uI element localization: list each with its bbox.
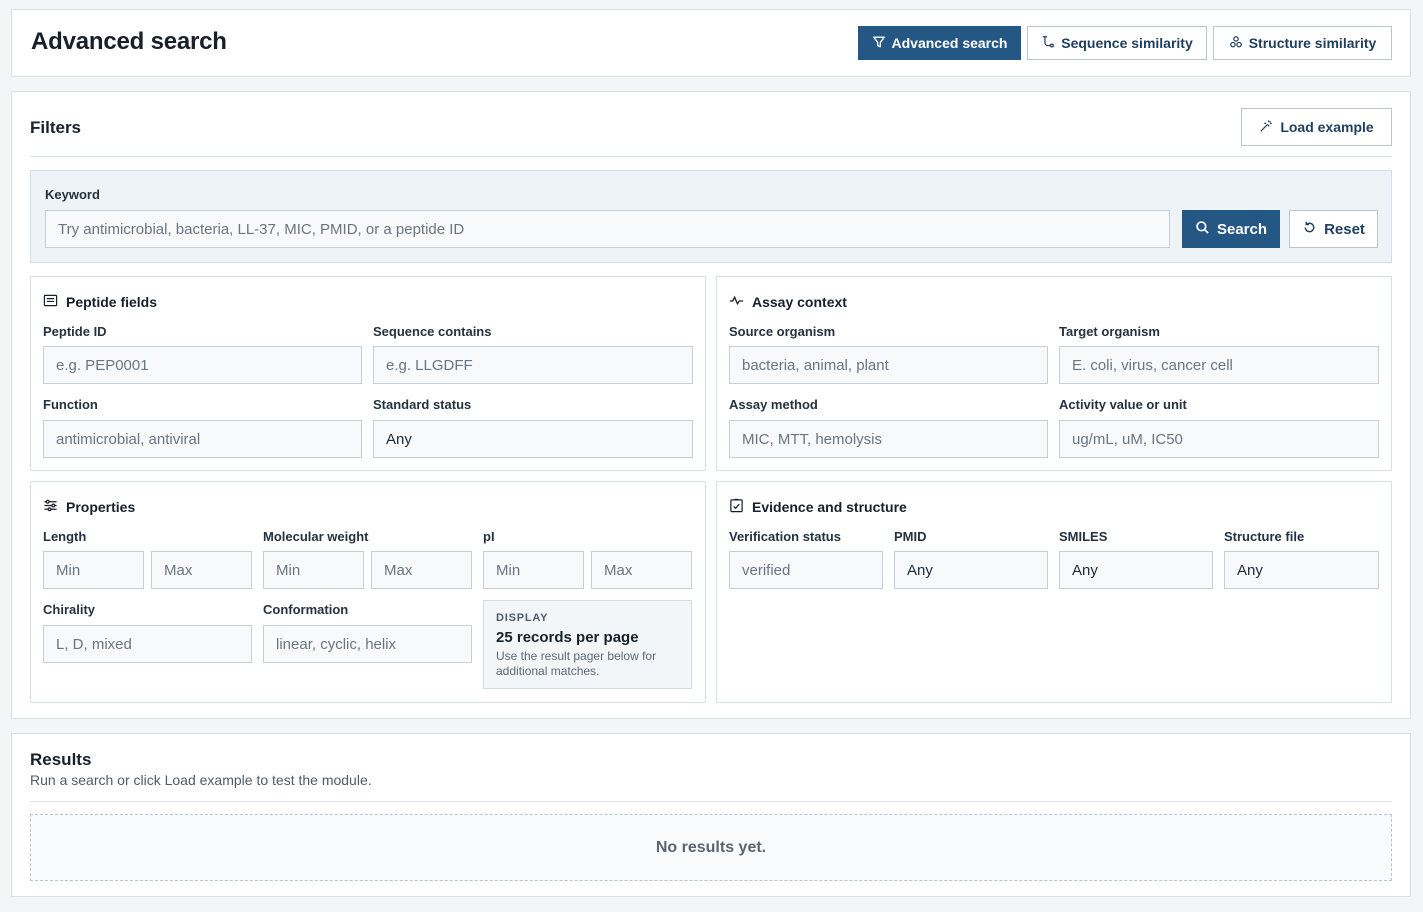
- page-title: Advanced search: [31, 28, 227, 55]
- panel-title-text: Properties: [66, 499, 136, 515]
- conformation-label: Conformation: [263, 602, 349, 617]
- verification-input[interactable]: [729, 551, 883, 589]
- list-icon: [43, 293, 58, 311]
- molecular-weight-label: Molecular weight: [263, 529, 369, 544]
- display-value: 25 records per page: [496, 629, 639, 646]
- results-card: Results Run a search or click Load examp…: [11, 733, 1411, 897]
- source-organism-label: Source organism: [729, 324, 836, 339]
- standard-status-select[interactable]: Any: [373, 420, 693, 458]
- peptide-fields-panel: Peptide fields Peptide ID Sequence conta…: [30, 276, 706, 471]
- sequence-icon: [1041, 35, 1055, 52]
- structure-file-select[interactable]: Any: [1224, 551, 1379, 589]
- activity-input[interactable]: [1059, 420, 1379, 458]
- pi-min-input[interactable]: [483, 551, 584, 589]
- reset-button[interactable]: Reset: [1289, 210, 1378, 248]
- keyword-input[interactable]: [45, 210, 1170, 248]
- results-title: Results: [30, 750, 92, 769]
- keyword-label: Keyword: [45, 187, 100, 202]
- evidence-title: Evidence and structure: [729, 498, 907, 516]
- function-input[interactable]: [43, 420, 362, 458]
- search-label: Search: [1216, 220, 1268, 238]
- pmid-value: Any: [907, 561, 933, 579]
- search-icon: [1195, 220, 1210, 239]
- smiles-value: Any: [1072, 561, 1098, 579]
- sliders-icon: [43, 498, 58, 516]
- page-header: Advanced search Advanced search Sequence…: [11, 9, 1411, 77]
- pmid-label: PMID: [894, 529, 927, 544]
- load-example-button[interactable]: Load example: [1241, 108, 1392, 146]
- structure-file-label: Structure file: [1224, 529, 1305, 544]
- assay-method-label: Assay method: [729, 397, 818, 412]
- source-organism-input[interactable]: [729, 346, 1048, 384]
- pmid-select[interactable]: Any: [894, 551, 1048, 589]
- smiles-select[interactable]: Any: [1059, 551, 1213, 589]
- smiles-label: SMILES: [1059, 529, 1108, 544]
- standard-status-label: Standard status: [373, 397, 472, 412]
- assay-method-input[interactable]: [729, 420, 1048, 458]
- panel-title-text: Assay context: [752, 294, 847, 310]
- structure-file-value: Any: [1237, 561, 1263, 579]
- display-note: Use the result pager below for additiona…: [496, 649, 657, 678]
- load-example-label: Load example: [1280, 119, 1374, 135]
- tab-label: Sequence similarity: [1061, 35, 1193, 51]
- sequence-label: Sequence contains: [373, 324, 492, 339]
- pi-max-input[interactable]: [591, 551, 692, 589]
- verification-label: Verification status: [729, 529, 841, 544]
- function-label: Function: [43, 397, 98, 412]
- length-min-input[interactable]: [43, 551, 144, 589]
- panel-title-text: Evidence and structure: [752, 499, 907, 515]
- pi-label: pI: [483, 529, 495, 544]
- assay-context-panel: Assay context Source organism Target org…: [716, 276, 1392, 471]
- panel-title-text: Peptide fields: [66, 294, 158, 310]
- tab-label: Advanced search: [891, 35, 1008, 51]
- peptide-id-input[interactable]: [43, 346, 362, 384]
- standard-status-value: Any: [386, 430, 412, 448]
- tab-sequence-similarity[interactable]: Sequence similarity: [1027, 26, 1207, 60]
- peptide-fields-title: Peptide fields: [43, 293, 157, 311]
- mw-min-input[interactable]: [263, 551, 364, 589]
- empty-results-message: No results yet.: [30, 814, 1392, 881]
- checklist-icon: [729, 498, 744, 516]
- activity-label: Activity value or unit: [1059, 397, 1187, 412]
- evidence-panel: Evidence and structure Verification stat…: [716, 481, 1392, 703]
- magic-wand-icon: [1259, 119, 1273, 136]
- reset-icon: [1302, 220, 1317, 239]
- properties-panel: Properties Length Molecular weight pI Ch…: [30, 481, 706, 703]
- filter-icon: [872, 35, 886, 52]
- tab-structure-similarity[interactable]: Structure similarity: [1213, 26, 1392, 60]
- filters-card: Filters Load example Keyword Search Rese…: [11, 91, 1411, 719]
- sequence-input[interactable]: [373, 346, 693, 384]
- tab-label: Structure similarity: [1248, 35, 1377, 51]
- length-label: Length: [43, 529, 87, 544]
- search-button[interactable]: Search: [1182, 210, 1280, 248]
- molecule-icon: [1229, 35, 1243, 52]
- chirality-label: Chirality: [43, 602, 96, 617]
- filters-title: Filters: [30, 118, 82, 137]
- pulse-icon: [729, 293, 744, 311]
- target-organism-input[interactable]: [1059, 346, 1379, 384]
- reset-label: Reset: [1324, 220, 1365, 238]
- assay-context-title: Assay context: [729, 293, 847, 311]
- peptide-id-label: Peptide ID: [43, 324, 107, 339]
- results-subtitle: Run a search or click Load example to te…: [30, 772, 372, 788]
- keyword-box: Keyword Search Reset: [30, 170, 1392, 263]
- display-info-box: DISPLAY 25 records per page Use the resu…: [483, 600, 692, 689]
- length-max-input[interactable]: [151, 551, 252, 589]
- target-organism-label: Target organism: [1059, 324, 1160, 339]
- tab-advanced-search[interactable]: Advanced search: [858, 26, 1021, 60]
- divider: [30, 801, 1392, 802]
- mw-max-input[interactable]: [371, 551, 472, 589]
- display-kicker: DISPLAY: [496, 612, 549, 624]
- conformation-input[interactable]: [263, 625, 472, 663]
- divider: [30, 156, 1392, 157]
- chirality-input[interactable]: [43, 625, 252, 663]
- properties-title: Properties: [43, 498, 135, 516]
